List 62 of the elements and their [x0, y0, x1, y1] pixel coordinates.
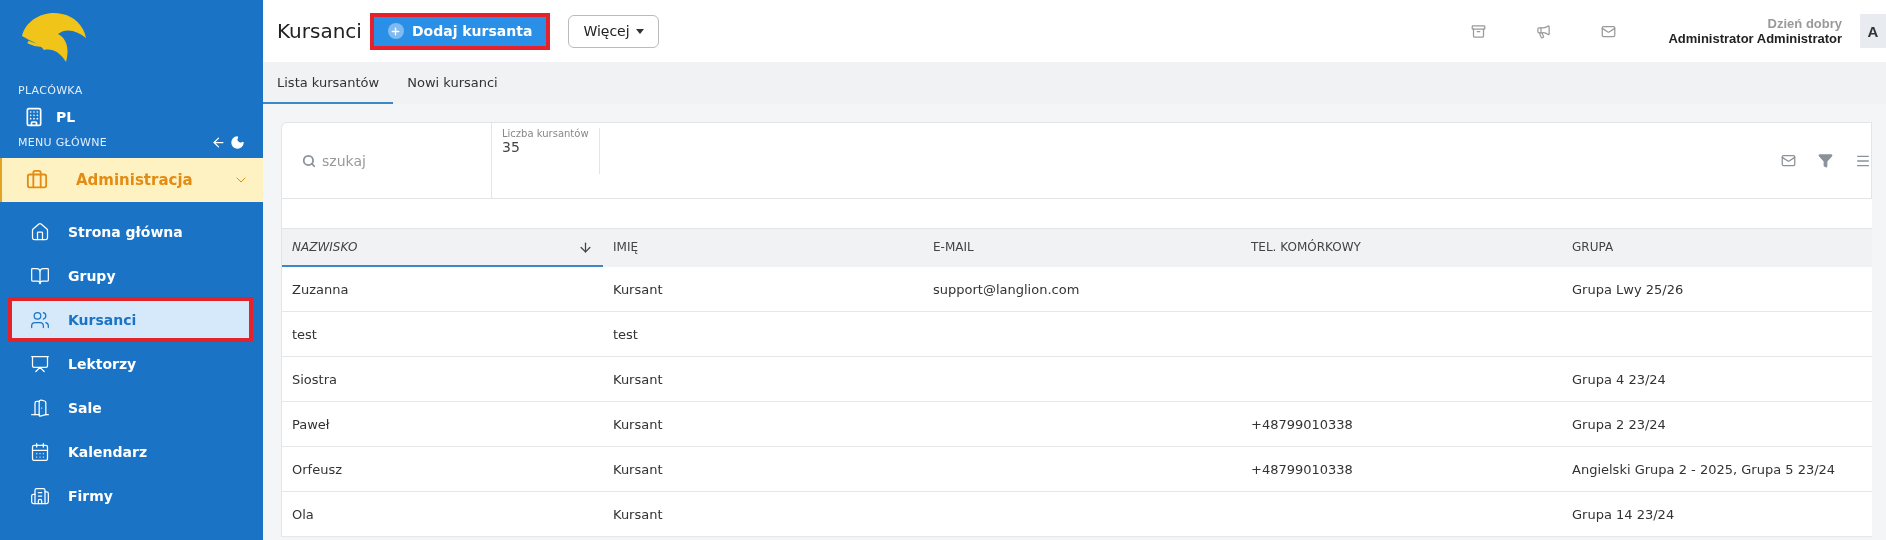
sort-arrow-icon	[578, 239, 593, 255]
table-cell-text: Orfeusz	[291, 460, 343, 479]
table-cell-text: +48799010338	[1250, 460, 1354, 479]
column-header[interactable]: E-MAIL	[923, 229, 1241, 267]
section-label: MENU GŁÓWNE	[17, 136, 108, 149]
table-cell-text: Kursant	[612, 415, 664, 434]
search-icon	[302, 153, 316, 168]
tab[interactable]: Lista kursantów	[263, 62, 394, 104]
column-header[interactable]: IMIĘ	[603, 229, 923, 267]
calendar-icon	[30, 441, 50, 462]
count-value: 35	[502, 138, 521, 155]
more-dropdown[interactable]: Więcej	[568, 14, 659, 48]
sidebar-item[interactable]: Strona główna	[12, 213, 249, 250]
section-label: PLACÓWKA	[17, 84, 84, 97]
people-icon	[30, 309, 50, 330]
house-icon	[30, 221, 50, 242]
sidebar-item[interactable]: Firmy	[12, 477, 249, 514]
page-title: Kursanci	[277, 19, 362, 43]
building-icon	[24, 107, 44, 127]
table-cell-text: Zuzanna	[291, 280, 350, 299]
presentation-icon	[30, 353, 50, 374]
plus-icon	[387, 23, 404, 39]
avatar[interactable]: A	[1860, 14, 1886, 48]
caret-icon	[635, 28, 644, 34]
briefcase-icon	[26, 169, 48, 191]
sidebar-item[interactable]: Sale	[12, 389, 249, 426]
building-icon	[30, 485, 50, 506]
table-cell-text: Kursant	[612, 505, 664, 524]
column-header[interactable]: GRUPA	[1562, 229, 1872, 267]
archive-icon[interactable]	[1471, 23, 1487, 39]
table-cell-text: Kursant	[612, 370, 664, 389]
table-cell-text: Grupa 2 23/24	[1571, 415, 1667, 434]
table-cell-text: Siostra	[291, 370, 338, 389]
filter-icon[interactable]	[1818, 153, 1833, 168]
column-header[interactable]: TEL. KOMÓRKOWY	[1241, 229, 1562, 267]
mail-icon[interactable]	[1781, 153, 1796, 168]
tab[interactable]: Nowi kursanci	[393, 62, 512, 104]
moon-icon[interactable]	[230, 135, 245, 150]
sidebar-item[interactable]: Grupy	[12, 257, 249, 294]
table-cell-text: Grupa Lwy 25/26	[1571, 280, 1685, 299]
sidebar-item[interactable]: Kalendarz	[12, 433, 249, 470]
table-cell-text: +48799010338	[1250, 415, 1354, 434]
sidebar-item[interactable]: Lektorzy	[12, 345, 249, 382]
table-cell-text: support@langlion.com	[932, 280, 1081, 299]
table-cell-text: Paweł	[291, 415, 331, 434]
table-cell-text: Ola	[291, 505, 315, 524]
table-cell-text: Angielski Grupa 2 - 2025, Grupa 5 23/24	[1571, 460, 1837, 479]
column-header[interactable]: NAZWISKO	[282, 229, 603, 267]
table-cell-text: Grupa 14 23/24	[1571, 505, 1676, 524]
book-icon	[30, 265, 50, 286]
table-cell-text: test	[291, 325, 318, 344]
branch-name[interactable]: PL	[56, 109, 76, 125]
table-cell-text: test	[612, 325, 639, 344]
greeting: Dzień dobry	[1767, 16, 1842, 31]
table-cell-text: Grupa 4 23/24	[1571, 370, 1667, 389]
table-cell-text: Kursant	[612, 280, 664, 299]
table-cell-text: Kursant	[612, 460, 664, 479]
user-name: Administrator Administrator	[1668, 31, 1842, 46]
mail-icon[interactable]	[1601, 23, 1617, 39]
megaphone-icon[interactable]	[1536, 23, 1552, 39]
count-label: Liczba kursantów	[502, 127, 589, 139]
door-icon	[30, 397, 50, 418]
